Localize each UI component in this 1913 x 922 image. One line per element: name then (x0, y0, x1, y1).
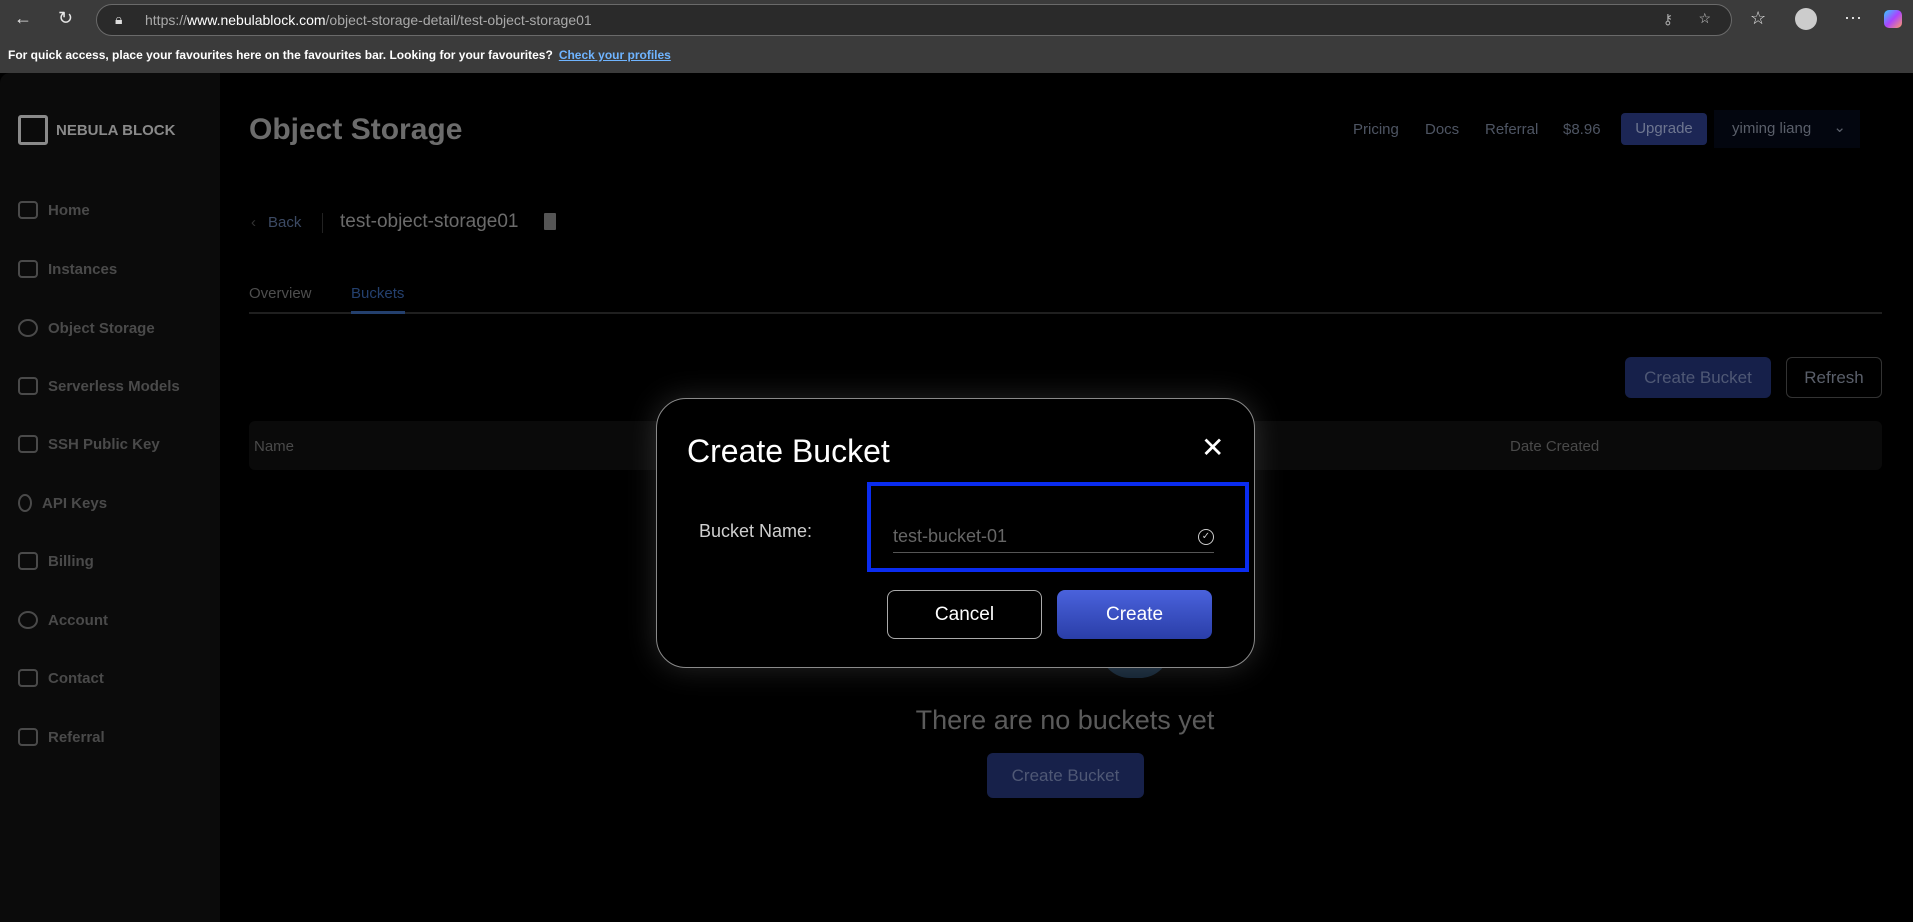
back-label: Back (268, 214, 302, 231)
nav-label: Billing (48, 552, 94, 570)
tab-buckets[interactable]: Buckets (351, 285, 404, 302)
url-domain: www.nebulablock.com (187, 12, 326, 28)
chevron-down-icon: ⌄ (1833, 119, 1846, 136)
column-date-created: Date Created (1510, 438, 1600, 455)
bucket-name-label: Bucket Name: (699, 521, 813, 541)
pricing-link[interactable]: Pricing (1353, 121, 1399, 138)
trash-icon[interactable] (544, 213, 556, 230)
create-bucket-dialog: Create Bucket ✕ Bucket Name: ✓ Cancel Cr… (656, 398, 1255, 668)
server-icon (18, 377, 38, 395)
lock-icon: 🔒︎ (115, 11, 123, 27)
divider (322, 213, 323, 233)
page-title: Object Storage (249, 113, 463, 146)
check-circle-icon: ✓ (1198, 529, 1214, 545)
browser-toolbar: ← ↻ 🔒︎ https://www.nebulablock.com/objec… (0, 0, 1913, 40)
sidebar-item-object-storage[interactable]: Object Storage (18, 319, 155, 337)
cube-logo-icon (18, 115, 48, 145)
docs-link[interactable]: Docs (1425, 121, 1459, 138)
empty-state-text: There are no buckets yet (915, 705, 1215, 735)
empty-create-bucket-button[interactable]: Create Bucket (987, 753, 1144, 798)
nav-label: Home (48, 201, 90, 219)
refresh-button[interactable]: Refresh (1786, 357, 1882, 398)
sidebar-item-contact[interactable]: Contact (18, 669, 104, 687)
create-button[interactable]: Create (1057, 590, 1212, 639)
card-icon (18, 552, 38, 570)
tab-overview[interactable]: Overview (249, 285, 312, 302)
favbar-text: For quick access, place your favourites … (8, 48, 553, 62)
user-menu[interactable]: yiming liang ⌄ (1714, 110, 1860, 148)
app: NEBULA BLOCK Home Instances Object Stora… (0, 73, 1913, 922)
nav-label: API Keys (42, 494, 108, 512)
active-tab-indicator (351, 311, 405, 314)
home-icon (18, 201, 38, 219)
key-icon (18, 494, 32, 512)
reload-icon[interactable]: ↻ (58, 8, 73, 29)
sidebar-item-billing[interactable]: Billing (18, 552, 94, 570)
nav-label: Referral (48, 728, 105, 746)
copilot-icon[interactable] (1884, 10, 1902, 28)
bucket-name-input[interactable] (893, 521, 1214, 553)
check-profiles-link[interactable]: Check your profiles (559, 48, 671, 62)
close-icon[interactable]: ✕ (1201, 431, 1224, 464)
nav-label: SSH Public Key (48, 435, 160, 453)
create-bucket-button[interactable]: Create Bucket (1625, 357, 1771, 398)
sidebar-item-referral[interactable]: Referral (18, 728, 105, 746)
storage-name: test-object-storage01 (340, 211, 519, 232)
nav-label: Object Storage (48, 319, 155, 337)
url-prefix: https:// (145, 12, 188, 28)
sidebar-item-serverless-models[interactable]: Serverless Models (18, 377, 180, 395)
ssh-key-icon (18, 435, 38, 453)
sidebar-item-account[interactable]: Account (18, 611, 108, 629)
sidebar-item-ssh-public-key[interactable]: SSH Public Key (18, 435, 160, 453)
star-icon[interactable]: ☆ (1698, 10, 1711, 27)
user-icon (18, 611, 38, 629)
back-button[interactable]: ‹ Back (251, 214, 301, 231)
sidebar-item-instances[interactable]: Instances (18, 260, 117, 278)
brand-logo[interactable]: NEBULA BLOCK (18, 115, 175, 145)
back-arrow-icon[interactable]: ← (14, 8, 32, 29)
referral-link[interactable]: Referral (1485, 121, 1538, 138)
sidebar-item-api-keys[interactable]: API Keys (18, 494, 107, 512)
user-name: yiming liang (1732, 120, 1812, 137)
upgrade-button[interactable]: Upgrade (1621, 113, 1707, 145)
balance: $8.96 (1563, 121, 1601, 138)
nav-label: Serverless Models (48, 377, 180, 395)
address-bar[interactable]: 🔒︎ https://www.nebulablock.com/object-st… (96, 4, 1732, 36)
key-icon[interactable]: ⚷ (1663, 11, 1673, 28)
cancel-button[interactable]: Cancel (887, 590, 1042, 639)
column-name: Name (254, 438, 295, 455)
nav-label: Instances (48, 260, 118, 278)
sidebar: NEBULA BLOCK Home Instances Object Stora… (0, 73, 220, 922)
favourites-bar: For quick access, place your favourites … (0, 40, 1913, 73)
profile-avatar-icon[interactable] (1795, 8, 1817, 30)
nav-label: Contact (48, 669, 104, 687)
tab-divider (249, 312, 1882, 314)
more-icon[interactable]: ⋯ (1844, 8, 1862, 29)
ticket-icon (18, 728, 38, 746)
database-icon (18, 319, 38, 337)
mail-icon (18, 669, 38, 687)
dialog-title: Create Bucket (687, 433, 890, 469)
url-path: /object-storage-detail/test-object-stora… (325, 12, 592, 28)
nav-label: Account (48, 611, 108, 629)
favourites-icon[interactable]: ☆ (1750, 8, 1766, 29)
chip-icon (18, 260, 38, 278)
brand-name: NEBULA BLOCK (56, 121, 176, 139)
chevron-left-icon: ‹ (251, 214, 256, 231)
sidebar-item-home[interactable]: Home (18, 201, 90, 219)
